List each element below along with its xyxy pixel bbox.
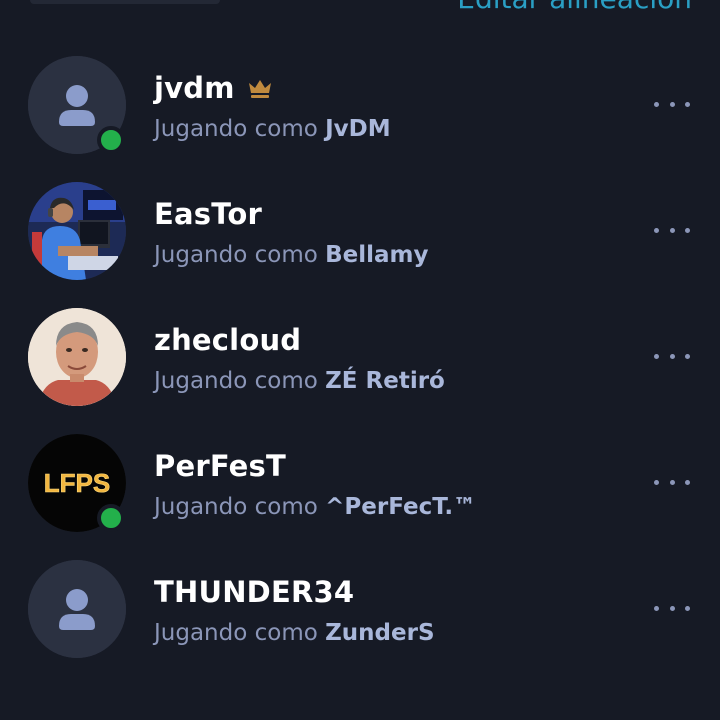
dot-icon [654,227,659,233]
dot-icon [654,101,659,107]
avatar[interactable] [28,560,126,658]
more-options-button[interactable] [654,470,690,494]
dot-icon [685,227,690,233]
dot-icon [654,353,659,359]
member-row[interactable]: LFPS PerFesT Jugando como ^PerFecT.™ [0,434,720,544]
member-row[interactable]: EasTor Jugando como Bellamy [0,182,720,292]
dot-icon [685,479,690,485]
header-title-cutoff [30,0,220,4]
dot-icon [654,479,659,485]
member-name: jvdm [154,71,235,105]
member-status: Jugando como ^PerFecT.™ [154,494,477,520]
member-name: THUNDER34 [154,575,355,609]
edit-lineup-link[interactable]: Editar alineación [457,0,692,15]
member-row[interactable]: jvdm Jugando como JvDM [0,56,720,166]
member-row[interactable]: zhecloud Jugando como ZÉ Retiró [0,308,720,418]
member-name: zhecloud [154,323,302,357]
more-options-button[interactable] [654,596,690,620]
member-nickname: ZÉ Retiró [325,368,445,394]
member-nickname: ZunderS [325,620,435,646]
dot-icon [669,479,675,485]
member-nickname: ^PerFecT.™ [325,494,477,520]
more-options-button[interactable] [654,344,690,368]
member-name: PerFesT [154,449,286,483]
member-status: Jugando como ZunderS [154,620,435,646]
more-options-button[interactable] [654,92,690,116]
avatar[interactable] [28,182,126,280]
dot-icon [685,101,690,107]
dot-icon [669,227,675,233]
dot-icon [669,101,675,107]
dot-icon [669,353,675,359]
online-indicator [97,504,125,532]
dot-icon [654,605,659,611]
lineup-screen: Editar alineación jvdm Jugando como JvDM [0,0,720,720]
gamer-photo [28,182,126,280]
more-options-button[interactable] [654,218,690,242]
member-nickname: Bellamy [325,242,429,268]
dot-icon [685,605,690,611]
svg-text:LFPS: LFPS [44,468,110,498]
member-status: Jugando como JvDM [154,116,391,142]
member-name: EasTor [154,197,262,231]
crown-icon [248,80,271,98]
online-indicator [97,126,125,154]
member-status: Jugando como Bellamy [154,242,429,268]
member-status: Jugando como ZÉ Retiró [154,368,445,394]
man-portrait-photo [28,308,126,406]
member-nickname: JvDM [325,116,391,142]
dot-icon [685,353,690,359]
avatar[interactable] [28,308,126,406]
default-user-icon [28,560,126,658]
member-row[interactable]: THUNDER34 Jugando como ZunderS [0,560,720,670]
dot-icon [669,605,675,611]
